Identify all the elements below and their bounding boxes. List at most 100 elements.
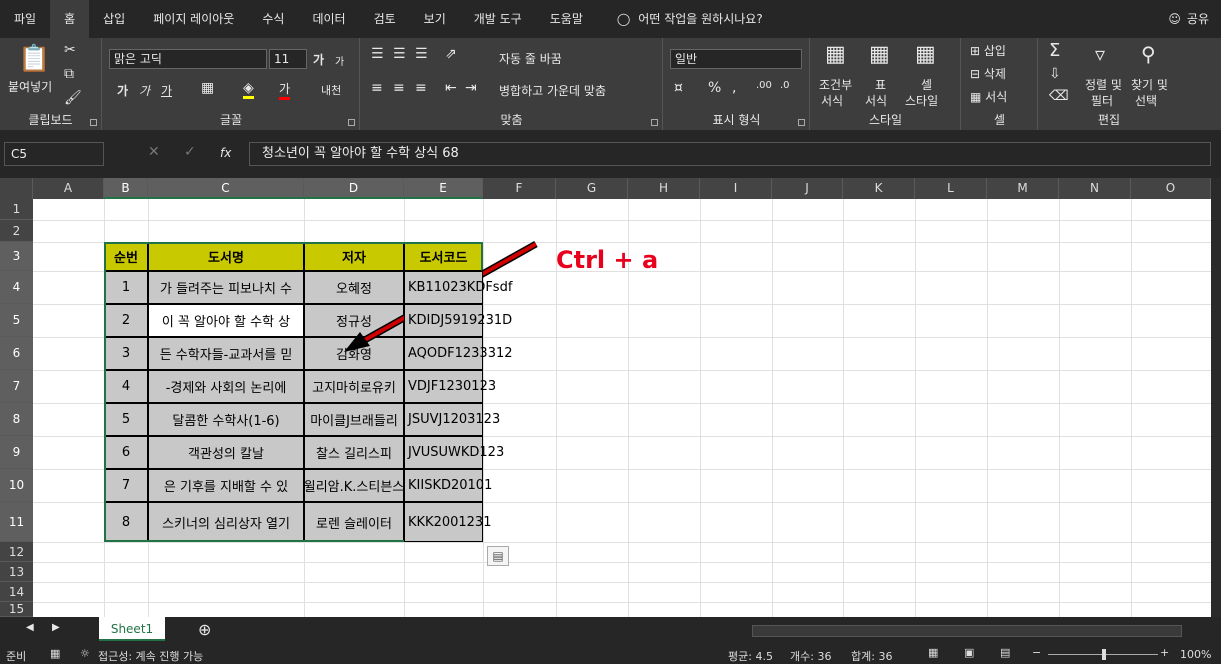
conditional-format-icon[interactable]: ▦ [825,42,846,67]
decrease-indent-icon[interactable]: ⇤ [445,80,457,96]
delete-cells-button[interactable]: ⊟ 삭제 [970,65,1006,82]
align-bottom-icon[interactable]: ☰ [415,46,428,62]
underline-button[interactable]: 가 [161,82,172,99]
column-header[interactable]: E [404,178,483,199]
page-layout-view-icon[interactable]: ▣ [964,646,974,659]
table-cell[interactable]: KKK2001231 [404,502,491,542]
fill-icon[interactable]: ⇩ [1049,66,1061,82]
column-header[interactable]: C [148,178,304,199]
tab-file[interactable]: 파일 [0,0,50,38]
format-painter-icon[interactable]: 🖌 [64,90,82,106]
conditional-format-label2[interactable]: 서식 [821,92,843,109]
format-table-label2[interactable]: 서식 [865,92,887,109]
zoom-in-icon[interactable]: + [1160,646,1169,659]
row-header[interactable]: 13 [0,562,33,582]
row-header[interactable]: 8 [0,403,33,436]
font-size-select[interactable]: 11 [269,49,307,69]
worksheet-grid[interactable]: ABCDEFGHIJKLMNO 1 2 3 4 5 6 7 8 9 10 11 12 13 14 15 순번… [0,178,1211,617]
dialog-launcher-icon[interactable] [348,119,355,126]
copy-icon[interactable]: ⧉ [64,66,74,82]
insert-cells-button[interactable]: ⊞ 삽입 [970,42,1006,59]
row-header[interactable]: 14 [0,582,33,602]
column-header[interactable]: L [915,178,987,199]
table-cell[interactable]: JVUSUWKD123 [404,436,504,469]
accessibility-status[interactable]: 접근성: 계속 진행 가능 [98,648,203,664]
sort-filter-icon[interactable]: ▿ [1095,42,1105,66]
cell-styles-label2[interactable]: 스타일 [905,92,938,109]
font-name-select[interactable]: 맑은 고딕 [109,49,267,69]
column-header[interactable]: G [556,178,628,199]
row-header[interactable]: 7 [0,370,33,403]
align-center-icon[interactable]: ≡ [393,80,405,96]
column-header[interactable]: F [483,178,556,199]
currency-icon[interactable]: ¤ [674,80,683,96]
zoom-thumb[interactable] [1102,649,1106,660]
row-header[interactable]: 1 [0,199,33,220]
tab-view[interactable]: 보기 [410,0,460,38]
row-header[interactable]: 9 [0,436,33,469]
sheet-tab[interactable]: Sheet1 [99,617,165,641]
tab-formulas[interactable]: 수식 [248,0,298,38]
vertical-scrollbar[interactable] [1211,178,1221,617]
tab-insert[interactable]: 삽입 [89,0,139,38]
table-cell[interactable]: KIISKD20101 [404,469,492,502]
sort-filter-label2[interactable]: 필터 [1091,92,1113,109]
cut-icon[interactable]: ✂ [64,42,76,58]
tab-page-layout[interactable]: 페이지 레이아웃 [139,0,248,38]
select-all-corner[interactable] [0,178,33,199]
decrease-decimal-icon[interactable]: .0 [780,80,790,91]
format-cells-button[interactable]: ▦ 서식 [970,88,1007,105]
next-sheet-icon[interactable]: ▶ [52,622,60,633]
column-header[interactable]: I [700,178,772,199]
column-header[interactable]: K [843,178,915,199]
merge-center-button[interactable]: 병합하고 가운데 맞춤 [499,82,606,99]
page-break-view-icon[interactable]: ▤ [1000,646,1010,659]
name-box[interactable]: C5 [4,142,104,166]
format-table-label1[interactable]: 표 [875,76,886,93]
row-header[interactable]: 5 [0,304,33,337]
tab-developer[interactable]: 개발 도구 [460,0,536,38]
cell-styles-icon[interactable]: ▦ [915,42,936,67]
tab-data[interactable]: 데이터 [298,0,359,38]
find-select-icon[interactable]: ⚲ [1141,42,1156,66]
column-header[interactable]: J [772,178,843,199]
column-header[interactable]: B [104,178,148,199]
zoom-out-icon[interactable]: − [1032,646,1041,659]
row-header[interactable]: 11 [0,502,33,542]
row-header[interactable]: 15 [0,602,33,617]
font-color-button[interactable]: 가 [279,80,291,100]
horizontal-scrollbar[interactable] [752,625,1182,637]
increase-indent-icon[interactable]: ⇥ [465,80,477,96]
enter-icon[interactable]: ✓ [184,144,196,160]
wrap-text-button[interactable]: 자동 줄 바꿈 [499,50,562,67]
macro-icon[interactable]: ▦ [50,647,60,660]
find-select-label2[interactable]: 선택 [1135,92,1157,109]
row-header[interactable]: 12 [0,542,33,562]
tab-help[interactable]: 도움말 [536,0,597,38]
phonetic-button[interactable]: 내천 [321,82,341,98]
prev-sheet-icon[interactable]: ◀ [26,622,34,633]
tell-me-box[interactable]: ◯ 어떤 작업을 원하시나요? [597,0,777,38]
column-header[interactable]: N [1059,178,1131,199]
row-header[interactable]: 6 [0,337,33,370]
align-right-icon[interactable]: ≡ [415,80,427,96]
border-icon[interactable]: ▦ [201,80,214,96]
zoom-level[interactable]: 100% [1180,648,1211,661]
share-button[interactable]: ☺ 공유 [1168,0,1209,38]
paste-icon[interactable]: 📋 [18,44,50,74]
table-cell[interactable]: JSUVJ1203123 [404,403,500,436]
column-header[interactable]: A [33,178,104,199]
table-cell[interactable]: VDJF1230123 [404,370,496,403]
quick-analysis-icon[interactable]: ▤ [487,546,509,566]
orientation-icon[interactable]: ⇗ [445,46,457,62]
align-middle-icon[interactable]: ☰ [393,46,406,62]
dialog-launcher-icon[interactable] [798,119,805,126]
cancel-icon[interactable]: ✕ [148,144,160,160]
align-top-icon[interactable]: ☰ [371,46,384,62]
accessibility-icon[interactable]: ☼ [80,647,90,660]
fill-color-icon[interactable]: ◈ [243,80,254,99]
dialog-launcher-icon[interactable] [651,119,658,126]
row-header[interactable]: 3 [0,242,33,271]
tab-review[interactable]: 검토 [360,0,410,38]
column-header[interactable]: H [628,178,700,199]
